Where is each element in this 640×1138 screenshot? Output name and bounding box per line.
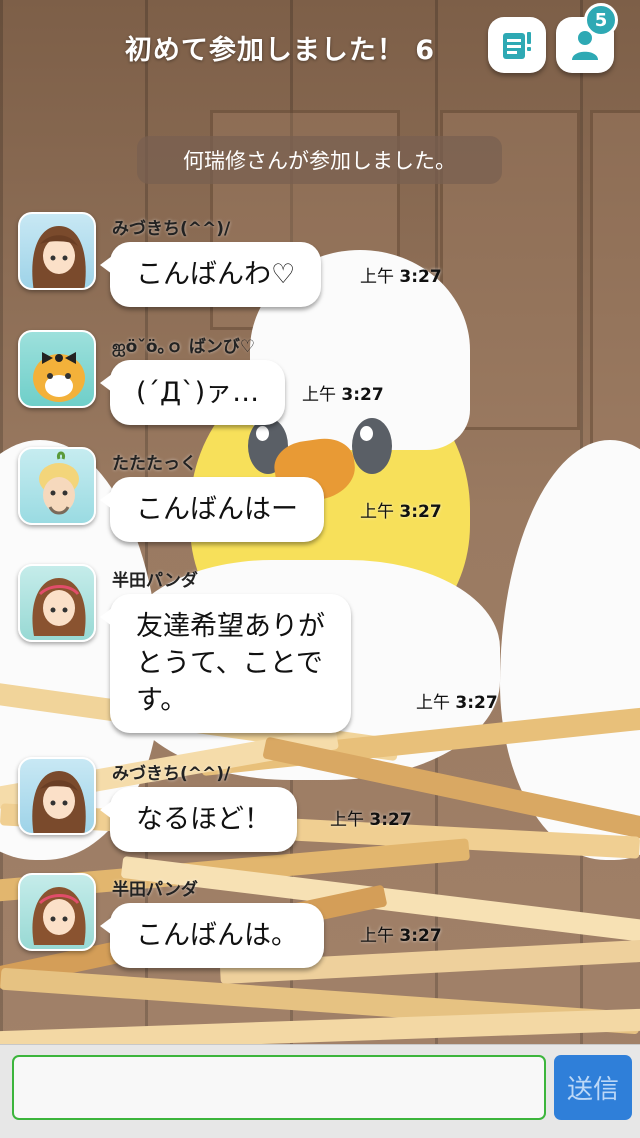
message-bubble[interactable]: こんばんはー [100,477,324,542]
message-bubble[interactable]: こんばんは。 [100,903,324,968]
avatar-girl-icon [32,578,86,636]
chat-room-title: 初めて参加しました！ 6 [124,35,436,66]
avatar-fawn-icon [33,352,85,402]
sender-name: たたたっく [112,454,197,474]
message-timestamp: 上午 3:27 [360,926,442,946]
message-bubble[interactable]: こんばんわ♡ [99,242,322,307]
avatar-girl-icon [32,771,86,833]
sender-name: ஐöˇö｡ｏ ばンび♡ [112,337,256,357]
message-input[interactable] [12,1055,546,1120]
memo-icon [503,32,531,59]
send-button[interactable]: 送信 [554,1055,632,1120]
message-timestamp: 上午 3:27 [416,693,498,713]
members-count-badge: 5 [584,3,618,37]
message-timestamp: 上午 3:27 [330,810,412,830]
chick-eye-right [352,418,392,474]
sender-name: みづきち(^^)/ [112,219,231,239]
sender-name: みづきち(^^)/ [112,764,231,784]
join-notice: 何瑞修さんが参加しました。 [137,136,502,184]
message-timestamp: 上午 3:27 [360,267,442,287]
memo-button[interactable] [488,17,546,73]
avatar[interactable] [18,447,96,525]
message-input-bar: 送信 [0,1044,640,1138]
message-timestamp: 上午 3:27 [360,502,442,522]
message-bubble[interactable]: (´Д`)ァ… [99,360,286,425]
sender-name: 半田パンダ [112,571,198,591]
avatar[interactable] [18,330,96,408]
message-timestamp: 上午 3:27 [302,385,384,405]
avatar[interactable] [18,757,96,835]
avatar[interactable] [18,212,96,290]
avatar[interactable] [18,873,96,951]
members-button[interactable]: 5 [556,3,618,73]
avatar-girl-icon [32,887,86,945]
straw-nest [0,680,640,1054]
message-bubble[interactable]: 友達希望ありが とうて、ことで す。 [100,594,351,733]
avatar-girl-icon [32,226,86,288]
avatar[interactable] [18,564,96,642]
message-bubble[interactable]: なるほど！ [100,787,297,852]
sender-name: 半田パンダ [112,880,198,900]
avatar-man-icon [39,451,79,515]
